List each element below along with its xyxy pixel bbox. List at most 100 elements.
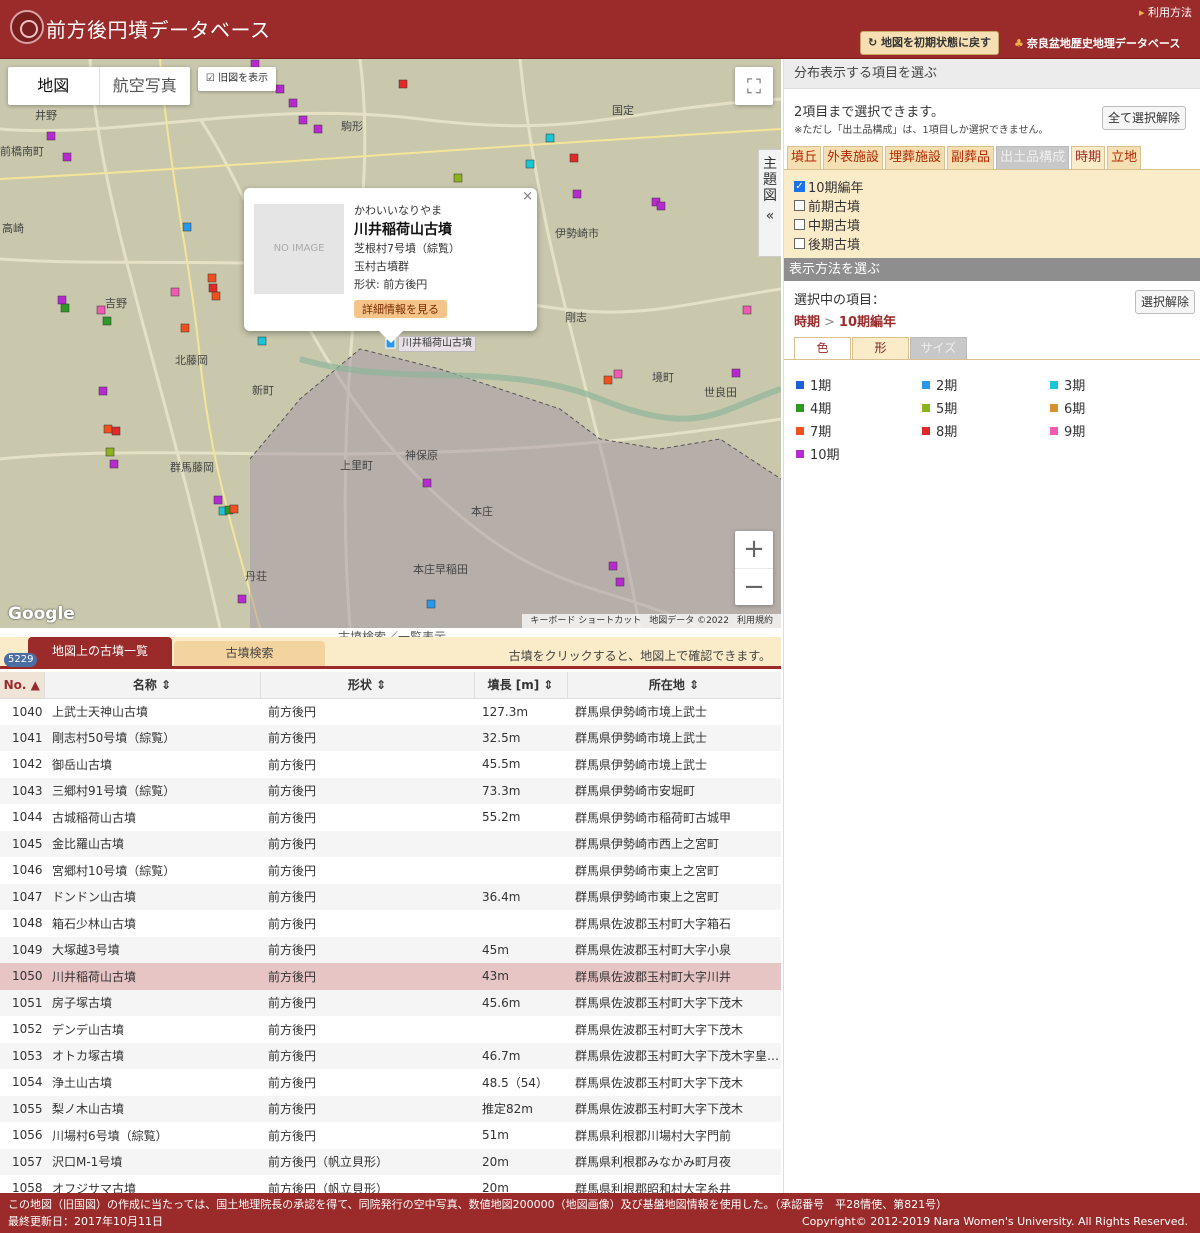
table-row[interactable]: 1044 古城稲荷山古墳 前方後円 55.2m 群馬県伊勢崎市稲荷町古城甲 — [0, 804, 781, 831]
table-row[interactable]: 1047 ドンドン山古墳 前方後円 36.4m 群馬県伊勢崎市東上之宮町 — [0, 883, 781, 910]
fullscreen-icon[interactable]: ⛶ — [735, 67, 773, 105]
tab-kofun-search[interactable]: 古墳検索 — [174, 641, 325, 666]
column-shape[interactable]: 形状 ⇕ — [260, 672, 475, 699]
cell-length: 127.3m — [482, 704, 529, 719]
legend-swatch — [796, 403, 804, 412]
cell-shape: 前方後円 — [268, 705, 317, 719]
table-row[interactable]: 1058 オフジサマ古墳 前方後円（帆立貝形） 20m 群馬県利根郡昭和村大字糸井 — [0, 1175, 781, 1193]
site-title[interactable]: 前方後円墳データベース — [46, 14, 271, 43]
option-10-period[interactable]: ✓ 10期編年 — [794, 177, 864, 196]
cell-length: 43m — [474, 963, 567, 990]
kofun-table: No. ▲ 名称 ⇕ 形状 ⇕ 墳長 [m] ⇕ 所在地 ⇕ 1040 上武士天神… — [0, 672, 781, 1193]
clear-selection-button[interactable]: 選択解除 — [1135, 290, 1196, 314]
column-no[interactable]: No. ▲ — [0, 672, 45, 699]
option-middle[interactable]: 中期古墳 — [794, 215, 860, 234]
tab-burial[interactable]: 埋葬施設 — [885, 146, 946, 169]
table-row[interactable]: 1050 川井稲荷山古墳 前方後円 43m 群馬県佐波郡玉村町大字川井 — [0, 963, 781, 990]
cell-location: 群馬県佐波郡玉村町大字川井 — [567, 963, 781, 990]
legend-swatch — [796, 449, 804, 458]
option-early[interactable]: 前期古墳 — [794, 196, 860, 215]
collapse-icon: « — [765, 208, 775, 224]
nara-database-label: 奈良盆地歴史地理データベース — [1026, 37, 1181, 50]
clear-all-button[interactable]: 全て選択解除 — [1102, 106, 1187, 130]
zoom-out-button[interactable]: − — [735, 568, 773, 605]
display-method-header: 表示方法を選ぶ — [784, 258, 1200, 281]
tab-grave-goods[interactable]: 副葬品 — [947, 146, 995, 169]
table-row[interactable]: 1052 デンデ山古墳 前方後円 群馬県佐波郡玉村町大字下茂木 — [0, 1016, 781, 1043]
theme-map-tab[interactable]: 主題図 « — [758, 149, 781, 257]
legend-label: 3期 — [1064, 379, 1086, 394]
list-hint: 古墳をクリックすると、地図上で確認できます。 — [508, 649, 771, 663]
column-name[interactable]: 名称 ⇕ — [44, 672, 261, 699]
table-row[interactable]: 1049 大塚越3号墳 前方後円 45m 群馬県佐波郡玉村町大字小泉 — [0, 936, 781, 963]
reset-map-button[interactable]: ↻ 地図を初期状態に戻す — [860, 31, 1000, 55]
tab-artifacts[interactable]: 出土品構成 — [996, 146, 1070, 169]
close-icon[interactable]: × — [522, 189, 533, 204]
tab-size[interactable]: サイズ — [910, 337, 967, 359]
zoom-in-button[interactable]: + — [735, 531, 773, 568]
map-view[interactable]: 駒形 国定 伊勢崎市 剛志 境町 世良田 上里町 神保原 本庄 本庄早稲田 群馬… — [0, 59, 781, 628]
map-data-text: 地図データ ©2022 — [649, 616, 729, 626]
map-type-aerial-button[interactable]: 航空写真 — [98, 67, 191, 105]
tab-map-list[interactable]: 地図上の古墳一覧 — [28, 637, 172, 666]
keyboard-shortcut-link[interactable]: キーボード ショートカット — [530, 616, 641, 626]
cell-name: 宮郷村10号墳（綜覧） — [52, 863, 176, 878]
map-place-label: 神保原 — [405, 448, 438, 462]
cell-location: 群馬県伊勢崎市稲荷町古城甲 — [575, 810, 732, 825]
tab-period[interactable]: 時期 — [1071, 146, 1106, 169]
table-row[interactable]: 1048 箱石少林山古墳 前方後円 群馬県佐波郡玉村町大字箱石 — [0, 910, 781, 937]
cell-shape: 前方後円 — [260, 1095, 474, 1122]
usage-link[interactable]: 利用方法 — [1139, 4, 1192, 20]
legend-label: 9期 — [1064, 425, 1086, 440]
selected-path: 時期 >10期編年 — [794, 311, 896, 330]
table-row[interactable]: 1043 三郷村91号墳（綜覧） 前方後円 73.3m 群馬県伊勢崎市安堀町 — [0, 777, 781, 804]
cell-location: 群馬県利根郡昭和村大字糸井 — [575, 1181, 732, 1193]
cell-shape: 前方後円 — [268, 1128, 317, 1143]
marker-label[interactable]: 川井稲荷山古墳 — [398, 336, 476, 352]
table-row[interactable]: 1046 宮郷村10号墳（綜覧） 前方後円 群馬県伊勢崎市東上之宮町 — [0, 857, 781, 884]
legend-swatch — [1050, 426, 1058, 435]
tab-mound[interactable]: 墳丘 — [787, 146, 822, 169]
tab-color[interactable]: 色 — [794, 337, 851, 359]
period-options: ✓ 10期編年 前期古墳 中期古墳 後期古墳 — [784, 169, 1200, 258]
map-notice: この地図（旧国図）の作成に当たっては、国土地理院長の承認を得て、同院発行の空中写… — [8, 1198, 948, 1211]
map-attribution: キーボード ショートカット 地図データ ©2022 利用規約 — [522, 614, 781, 628]
map-type-control: 地図 航空写真 — [8, 67, 190, 105]
cell-no: 1049 — [0, 936, 44, 963]
cell-length — [474, 857, 567, 884]
map-place-label: 丹荘 — [245, 570, 267, 583]
table-row[interactable]: 1042 御岳山古墳 前方後円 45.5m 群馬県伊勢崎市境上武士 — [0, 751, 781, 778]
sort-asc-icon: ▲ — [26, 677, 40, 692]
checkbox-checked-icon: ✓ — [794, 181, 805, 192]
table-row[interactable]: 1053 オトカ塚古墳 前方後円 46.7m 群馬県佐波郡玉村町大字下茂木字皇… — [0, 1042, 781, 1069]
terms-link[interactable]: 利用規約 — [737, 616, 773, 626]
table-row[interactable]: 1040 上武士天神山古墳 前方後円 127.3m 群馬県伊勢崎市境上武士 — [0, 698, 781, 725]
old-map-label: 旧図を表示 — [218, 73, 269, 84]
cell-location: 群馬県佐波郡玉村町大字下茂木 — [567, 989, 781, 1016]
google-logo: Google — [8, 604, 75, 624]
cell-name: 金比羅山古墳 — [44, 830, 260, 857]
table-row[interactable]: 1054 浄土山古墳 前方後円 48.5（54） 群馬県佐波郡玉村町大字下茂木 — [0, 1069, 781, 1096]
cell-name: オトカ塚古墳 — [44, 1042, 260, 1069]
legend-label: 8期 — [936, 425, 958, 440]
table-row[interactable]: 1051 房子塚古墳 前方後円 45.6m 群馬県佐波郡玉村町大字下茂木 — [0, 989, 781, 1016]
map-type-map-button[interactable]: 地図 — [8, 67, 99, 105]
column-location[interactable]: 所在地 ⇕ — [567, 672, 781, 699]
old-map-toggle[interactable]: ☑ 旧図を表示 — [198, 67, 276, 91]
option-late[interactable]: 後期古墳 — [794, 234, 860, 253]
table-row[interactable]: 1057 沢口M-1号墳 前方後円（帆立貝形） 20m 群馬県利根郡みなかみ町月夜 — [0, 1148, 781, 1175]
detail-info-button[interactable]: 詳細情報を見る — [354, 300, 447, 318]
tab-location[interactable]: 立地 — [1107, 146, 1142, 169]
tab-exterior[interactable]: 外表施設 — [823, 146, 884, 169]
site-logo-icon[interactable] — [10, 10, 44, 44]
map-canvas[interactable]: 駒形 国定 伊勢崎市 剛志 境町 世良田 上里町 神保原 本庄 本庄早稲田 群馬… — [0, 59, 781, 628]
cell-length — [474, 1016, 567, 1043]
tab-shape[interactable]: 形 — [852, 337, 909, 359]
table-row[interactable]: 1045 金比羅山古墳 前方後円 群馬県伊勢崎市西上之宮町 — [0, 830, 781, 857]
nara-database-link[interactable]: ♣ 奈良盆地歴史地理データベース — [1014, 35, 1180, 51]
table-row[interactable]: 1041 剛志村50号墳（綜覧） 前方後円 32.5m 群馬県伊勢崎市境上武士 — [0, 724, 781, 751]
cell-shape: 前方後円 — [260, 989, 474, 1016]
table-row[interactable]: 1055 梨ノ木山古墳 前方後円 推定82m 群馬県佐波郡玉村町大字下茂木 — [0, 1095, 781, 1122]
table-row[interactable]: 1056 川場村6号墳（綜覧） 前方後円 51m 群馬県利根郡川場村大字門前 — [0, 1122, 781, 1149]
column-length[interactable]: 墳長 [m] ⇕ — [474, 672, 568, 699]
